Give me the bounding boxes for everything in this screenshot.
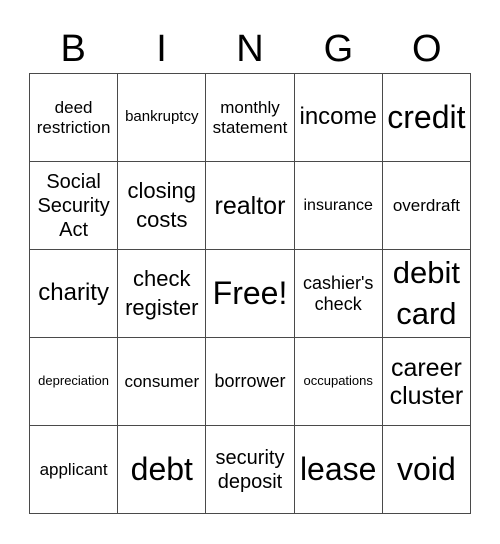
cell-text: career cluster [389,353,464,410]
cell-text: debt [130,450,193,487]
header-letter-b: B [60,28,86,70]
cell-text: cashier's check [302,273,374,314]
cell-text: monthly statement [212,98,288,137]
cell-text: void [397,450,456,487]
bingo-cell-i2[interactable]: closing costs [118,162,207,250]
cell-text: deed restriction [36,98,111,137]
bingo-cell-i4[interactable]: consumer [118,338,207,426]
cell-text: insurance [303,196,373,214]
cell-text: lease [299,450,377,487]
cell-text: consumer [124,371,200,391]
cell-text: credit [387,98,466,135]
cell-text: Social Security Act [37,170,110,241]
bingo-cell-o5[interactable]: void [382,426,471,514]
bingo-cell-o3[interactable]: debit card [382,250,471,338]
bingo-cell-o4[interactable]: career cluster [382,338,471,426]
bingo-cell-b2[interactable]: Social Security Act [30,162,119,250]
bingo-cell-b1[interactable]: deed restriction [30,74,119,162]
bingo-cell-n1[interactable]: monthly statement [206,74,295,162]
bingo-cell-free[interactable]: Free! [206,250,295,338]
cell-text: security deposit [215,446,285,493]
bingo-cell-i1[interactable]: bankruptcy [118,74,207,162]
bingo-cell-g5[interactable]: lease [294,426,383,514]
bingo-cell-o1[interactable]: credit [382,74,471,162]
bingo-header: B I N G O [29,27,471,71]
cell-text: debit card [392,255,460,331]
bingo-card-grid: deed restriction bankruptcy monthly stat… [29,73,471,514]
cell-text: applicant [39,459,108,479]
cell-text: borrower [214,371,286,392]
header-letter-i: I [156,28,167,70]
cell-text: income [299,103,377,131]
bingo-cell-n4[interactable]: borrower [206,338,295,426]
cell-text: charity [38,279,109,307]
cell-text: occupations [303,373,373,389]
bingo-cell-n5[interactable]: security deposit [206,426,295,514]
cell-text: closing costs [127,177,197,232]
cell-text: overdraft [392,195,460,215]
cell-text: realtor [214,191,286,220]
bingo-cell-b5[interactable]: applicant [30,426,119,514]
bingo-cell-b3[interactable]: charity [30,250,119,338]
cell-text: check register [125,265,199,320]
bingo-cell-b4[interactable]: depreciation [30,338,119,426]
header-letter-n: N [236,28,264,70]
bingo-cell-i3[interactable]: check register [118,250,207,338]
bingo-cell-o2[interactable]: overdraft [382,162,471,250]
free-space-text: Free! [212,274,288,311]
bingo-cell-g3[interactable]: cashier's check [294,250,383,338]
header-letter-g: G [323,28,354,70]
bingo-cell-g4[interactable]: occupations [294,338,383,426]
header-letter-o: O [411,28,442,70]
cell-text: depreciation [38,373,109,389]
bingo-cell-g1[interactable]: income [294,74,383,162]
cell-text: bankruptcy [125,108,199,126]
bingo-cell-n2[interactable]: realtor [206,162,295,250]
bingo-cell-i5[interactable]: debt [118,426,207,514]
bingo-cell-g2[interactable]: insurance [294,162,383,250]
